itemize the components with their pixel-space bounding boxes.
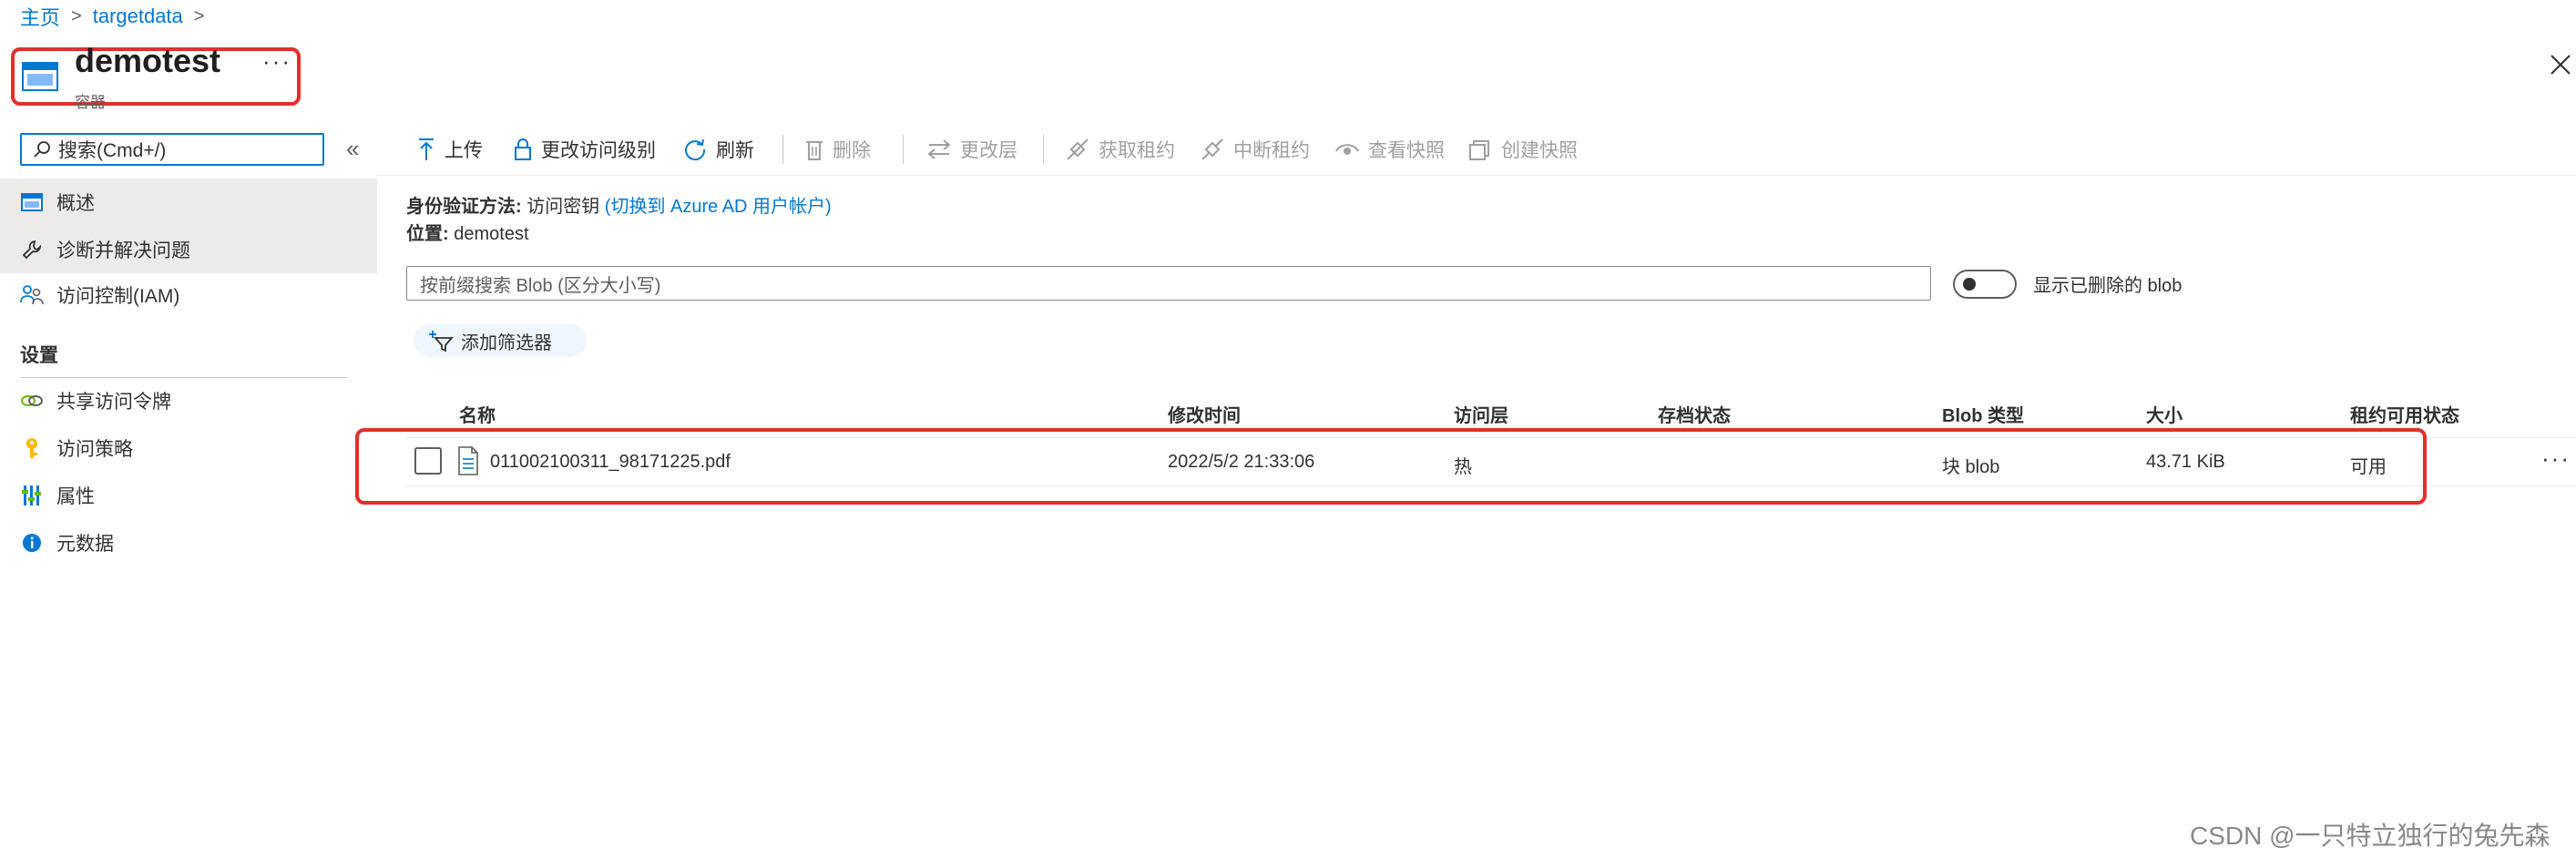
sidebar-item-label: 元数据	[56, 534, 114, 555]
close-icon[interactable]	[2547, 51, 2574, 78]
location: 位置: demotest	[406, 219, 529, 245]
people-icon	[20, 283, 44, 307]
link-icon	[20, 389, 44, 413]
column-header-tier[interactable]: 访问层	[1454, 401, 1508, 427]
sidebar-search-input[interactable]: 搜索(Cmd+/)	[20, 133, 324, 166]
wrench-icon	[20, 238, 44, 261]
sidebar-item-label: 属性	[56, 486, 95, 507]
row-more-options-button[interactable]: ···	[2541, 444, 2571, 473]
trash-icon	[806, 141, 823, 160]
toggle-knob	[1963, 278, 1976, 291]
column-header-name[interactable]: 名称	[459, 401, 496, 427]
chevron-right-icon: >	[71, 5, 82, 26]
breadcrumb-targetdata[interactable]: targetdata	[93, 5, 183, 28]
upload-label: 上传	[445, 140, 483, 161]
key-icon	[20, 436, 44, 460]
toolbar-divider-line	[377, 175, 2576, 176]
sidebar-item-metadata[interactable]: 元数据	[0, 519, 377, 567]
breadcrumb: 主页 > targetdata >	[20, 2, 204, 31]
column-header-lease[interactable]: 租约可用状态	[2350, 401, 2459, 427]
auth-method-label: 身份验证方法:	[406, 197, 522, 217]
location-value: demotest	[454, 224, 529, 244]
location-label: 位置:	[406, 224, 449, 244]
refresh-label: 刷新	[716, 140, 754, 161]
change-access-level-label: 更改访问级别	[541, 140, 656, 161]
sidebar-item-sas[interactable]: 共享访问令牌	[0, 377, 377, 424]
refresh-button[interactable]: 刷新	[683, 131, 754, 168]
page-title: demotest	[75, 42, 221, 79]
sidebar-item-overview[interactable]: 概述	[0, 179, 377, 226]
sidebar-item-label: 访问控制(IAM)	[56, 286, 180, 307]
sidebar-item-label: 概述	[56, 193, 95, 214]
snapshot-icon	[1469, 140, 1489, 160]
column-header-blob-type[interactable]: Blob 类型	[1942, 401, 2024, 427]
view-snapshots-label: 查看快照	[1368, 140, 1445, 161]
watermark: CSDN @一只特立独行的兔先森	[2190, 822, 2550, 850]
change-tier-label: 更改层	[960, 140, 1017, 161]
sidebar-item-iam[interactable]: 访问控制(IAM)	[0, 271, 377, 319]
overview-icon	[20, 190, 44, 214]
settings-section-title: 设置	[20, 345, 58, 366]
column-header-archive[interactable]: 存档状态	[1658, 401, 1731, 427]
delete-label: 删除	[833, 140, 871, 161]
upload-button[interactable]: 上传	[417, 131, 483, 168]
switch-to-azure-ad-link[interactable]: (切换到 Azure AD 用户帐户)	[605, 197, 832, 217]
view-snapshots-button[interactable]: 查看快照	[1335, 131, 1445, 168]
sidebar-search-placeholder: 搜索(Cmd+/)	[58, 140, 167, 161]
show-deleted-label: 显示已删除的 blob	[2033, 276, 2182, 296]
delete-button[interactable]: 删除	[805, 131, 871, 168]
break-lease-label: 中断租约	[1233, 140, 1310, 161]
highlight-box-row	[355, 428, 2427, 505]
filter-add-icon	[429, 331, 454, 352]
sidebar-item-label: 诊断并解决问题	[56, 240, 190, 261]
info-icon	[20, 531, 44, 555]
acquire-lease-button[interactable]: 获取租约	[1066, 131, 1175, 168]
acquire-lease-label: 获取租约	[1099, 140, 1175, 161]
auth-method-value: 访问密钥	[526, 197, 600, 217]
sidebar-item-label: 访问策略	[56, 439, 133, 460]
create-snapshot-button[interactable]: 创建快照	[1468, 131, 1578, 168]
chevron-right-icon: >	[193, 5, 205, 26]
lease-link-icon	[1067, 138, 1089, 160]
break-lease-button[interactable]: 中断租约	[1201, 131, 1310, 168]
change-tier-button[interactable]: 更改层	[927, 131, 1017, 168]
toolbar-divider	[903, 135, 904, 164]
toolbar-divider	[782, 135, 783, 164]
properties-icon	[20, 484, 44, 507]
eye-icon	[1335, 144, 1359, 155]
swap-icon	[927, 139, 951, 159]
sidebar-item-diagnose[interactable]: 诊断并解决问题	[0, 226, 377, 273]
search-icon	[34, 141, 50, 158]
add-filter-label: 添加筛选器	[461, 332, 552, 353]
add-filter-button[interactable]: 添加筛选器	[414, 324, 587, 357]
toolbar-divider	[1043, 135, 1044, 164]
blob-prefix-search-input[interactable]: 按前缀搜索 Blob (区分大小写)	[406, 266, 1931, 301]
page-subtitle: 容器	[75, 94, 106, 111]
break-link-icon	[1201, 138, 1223, 160]
column-header-size[interactable]: 大小	[2146, 401, 2182, 427]
sidebar-item-access-policy[interactable]: 访问策略	[0, 424, 377, 472]
auth-method: 身份验证方法: 访问密钥 (切换到 Azure AD 用户帐户)	[406, 191, 832, 218]
blob-search-placeholder: 按前缀搜索 Blob (区分大小写)	[420, 275, 661, 296]
create-snapshot-label: 创建快照	[1501, 140, 1578, 161]
collapse-sidebar-button[interactable]: «	[346, 135, 359, 163]
lock-icon	[515, 138, 531, 160]
sidebar-item-properties[interactable]: 属性	[0, 472, 377, 519]
sidebar-item-label: 共享访问令牌	[56, 392, 171, 413]
refresh-icon	[685, 138, 706, 161]
upload-icon	[419, 138, 434, 160]
change-access-level-button[interactable]: 更改访问级别	[514, 131, 656, 168]
column-header-modified[interactable]: 修改时间	[1168, 401, 1241, 427]
breadcrumb-home[interactable]: 主页	[20, 2, 60, 31]
container-icon	[22, 62, 58, 91]
more-options-button[interactable]: ···	[262, 47, 291, 76]
